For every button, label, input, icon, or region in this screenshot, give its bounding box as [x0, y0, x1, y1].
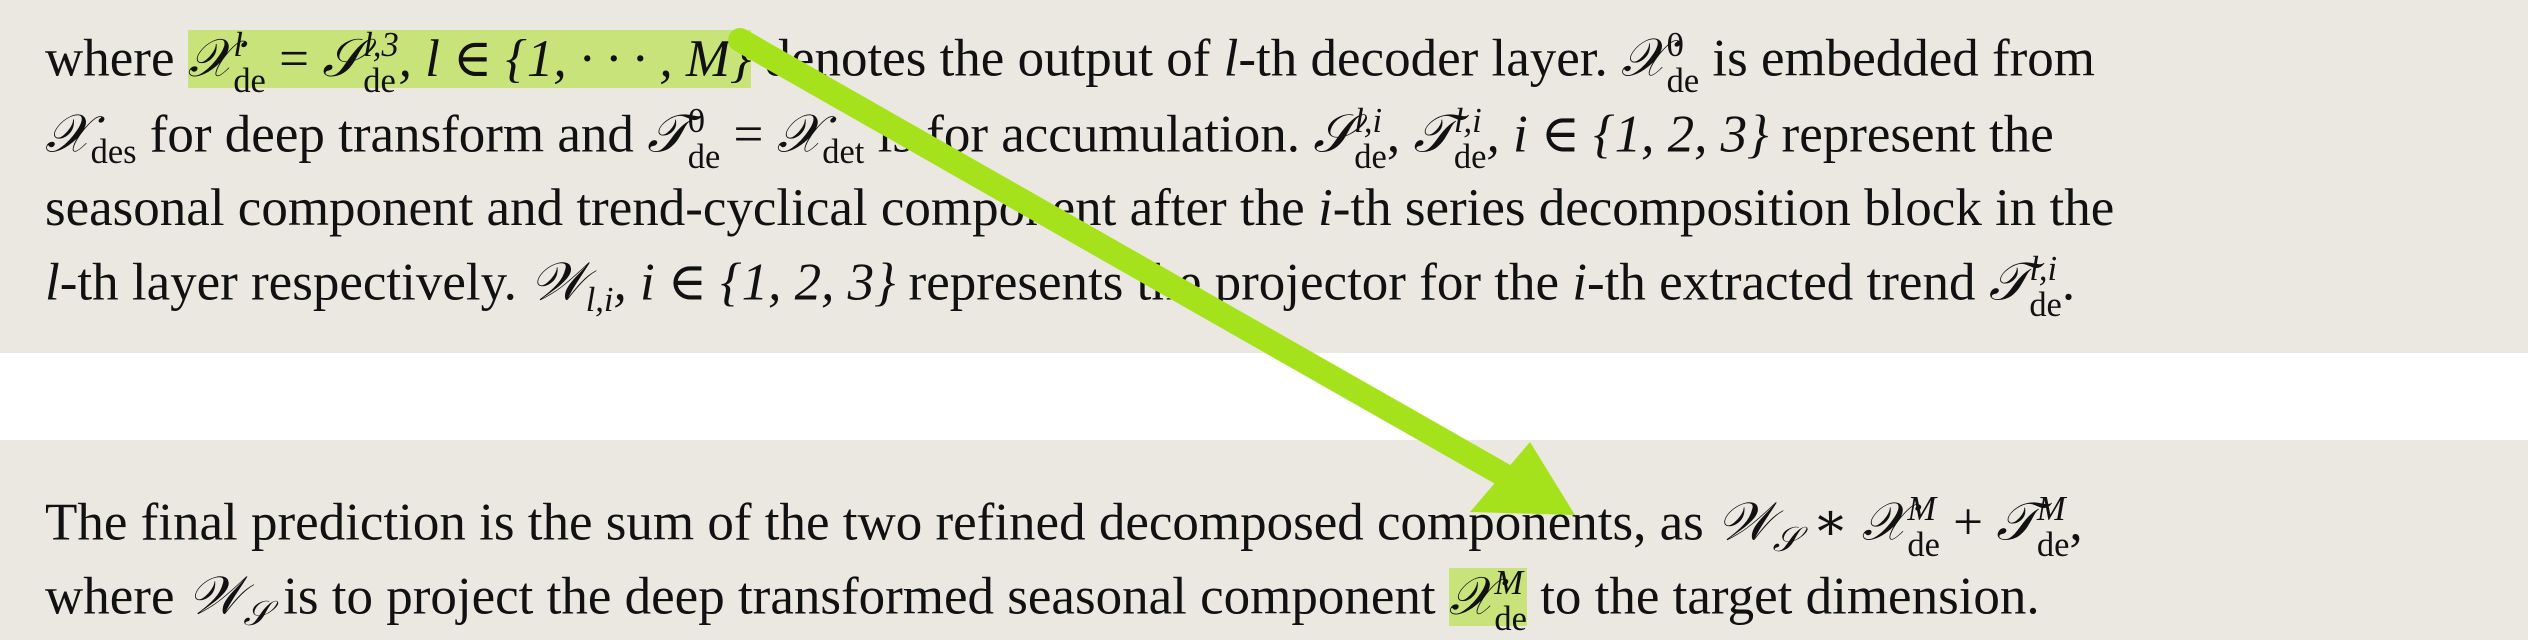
math-op: ∗ [1799, 493, 1862, 552]
math-sub: det [822, 133, 865, 172]
math-sub: de [2036, 526, 2070, 565]
math-symbol: 𝒳 [1621, 27, 1667, 89]
math-sub: de [1354, 138, 1387, 177]
math-sub: de [1494, 600, 1527, 639]
text-run: is to project the deep transformed seaso… [269, 567, 1449, 626]
paragraph1-line2: 𝒳des for deep transform and 𝒯 0 de = 𝒳det … [45, 102, 2054, 175]
math-sup: l,i [2029, 250, 2058, 288]
math-sub: de [233, 62, 266, 101]
math-sub: de [1453, 138, 1487, 177]
math-sub: de [363, 62, 396, 101]
math-op: = [265, 29, 323, 88]
math-run: , l ∈ {1, · · · , M} [398, 29, 752, 88]
paragraph2-line1: The final prediction is the sum of the t… [45, 490, 2083, 563]
math-symbol: 𝒮 [322, 27, 364, 89]
math-var: i [1572, 253, 1587, 312]
text-run: where [45, 567, 188, 626]
text-run: . [2061, 253, 2076, 312]
text-run: -th series decomposition block in the [1332, 179, 2115, 237]
paragraph1-line4: l-th layer respectively. 𝒲l,i, i ∈ {1, 2… [45, 250, 2076, 323]
math-symbol: 𝒳 [187, 27, 234, 89]
highlight-formula: 𝒳 Mde [1448, 565, 1527, 637]
math-symbol: 𝒳 [776, 103, 823, 165]
text-run: represents the projector for the [895, 253, 1573, 312]
math-symbol: 𝒯 [1413, 103, 1454, 165]
math-symbol: 𝒲 [1717, 491, 1773, 553]
math-sup: l,3 [363, 26, 399, 64]
math-var: i [1317, 179, 1333, 237]
math-sub: 𝒮 [1772, 520, 1800, 561]
math-sup: l,i [1453, 102, 1482, 140]
text-run: for deep transform and [136, 105, 648, 164]
math-op: = [720, 105, 777, 164]
math-symbol: 𝒮 [1313, 103, 1355, 165]
math-sup: l,i [1354, 102, 1383, 140]
text-run: seasonal component and trend-cyclical co… [45, 179, 1318, 237]
math-sub: 𝒮 [243, 594, 270, 635]
text-run: -th layer respectively. [59, 253, 531, 312]
highlight-formula: 𝒳l de = 𝒮l,3 de, l ∈ {1, · · · , M} [187, 27, 752, 99]
math-symbol: 𝒯 [1996, 491, 2037, 553]
math-op: + [1939, 493, 1997, 552]
math-sub: de [687, 138, 721, 177]
math-sup: 0 [1666, 26, 1684, 64]
math-sub: de [1907, 526, 1940, 565]
math-run: , i ∈ {1, 2, 3} [613, 253, 896, 312]
math-sub: l,i [585, 281, 614, 320]
text-run: where [45, 29, 188, 88]
text-run: is for accumulation. [864, 105, 1314, 164]
math-sup: 0 [687, 102, 705, 140]
text-run: denotes the output of [751, 29, 1224, 88]
math-symbol: 𝒯 [647, 103, 688, 165]
text-run: , [2069, 493, 2083, 552]
math-symbol: 𝒳 [1448, 565, 1495, 627]
math-symbol: 𝒳 [45, 103, 91, 165]
paragraph1-line3: seasonal component and trend-cyclical co… [45, 178, 2114, 238]
math-sup: l [233, 26, 243, 64]
text-run: The final prediction is the sum of the t… [45, 493, 1718, 552]
math-sub: des [90, 133, 137, 172]
text-run: to the target dimension. [1526, 567, 2040, 626]
math-run: , i ∈ {1, 2, 3} [1486, 105, 1769, 164]
math-sub: de [2029, 286, 2062, 325]
math-sup: M [2036, 490, 2066, 528]
math-var: l [1223, 29, 1239, 88]
text-run: , [1386, 105, 1414, 164]
text-run: -th extracted trend [1586, 253, 1989, 312]
text-run: represent the [1768, 105, 2054, 164]
math-sup: M [1494, 564, 1524, 602]
math-sub: de [1666, 62, 1700, 101]
math-var: l [45, 253, 60, 312]
text-run: is embedded from [1699, 29, 2096, 88]
math-symbol: 𝒲 [187, 565, 244, 627]
math-symbol: 𝒲 [530, 251, 586, 313]
paragraph2-line2: where 𝒲𝒮 is to project the deep transfor… [45, 565, 2040, 637]
text-run: -th decoder layer. [1238, 29, 1621, 88]
math-sup: M [1907, 490, 1937, 528]
paragraph1-line1: where 𝒳l de = 𝒮l,3 de, l ∈ {1, · · · , M} … [45, 26, 2096, 99]
math-symbol: 𝒯 [1988, 251, 2030, 313]
math-symbol: 𝒳 [1861, 491, 1908, 553]
